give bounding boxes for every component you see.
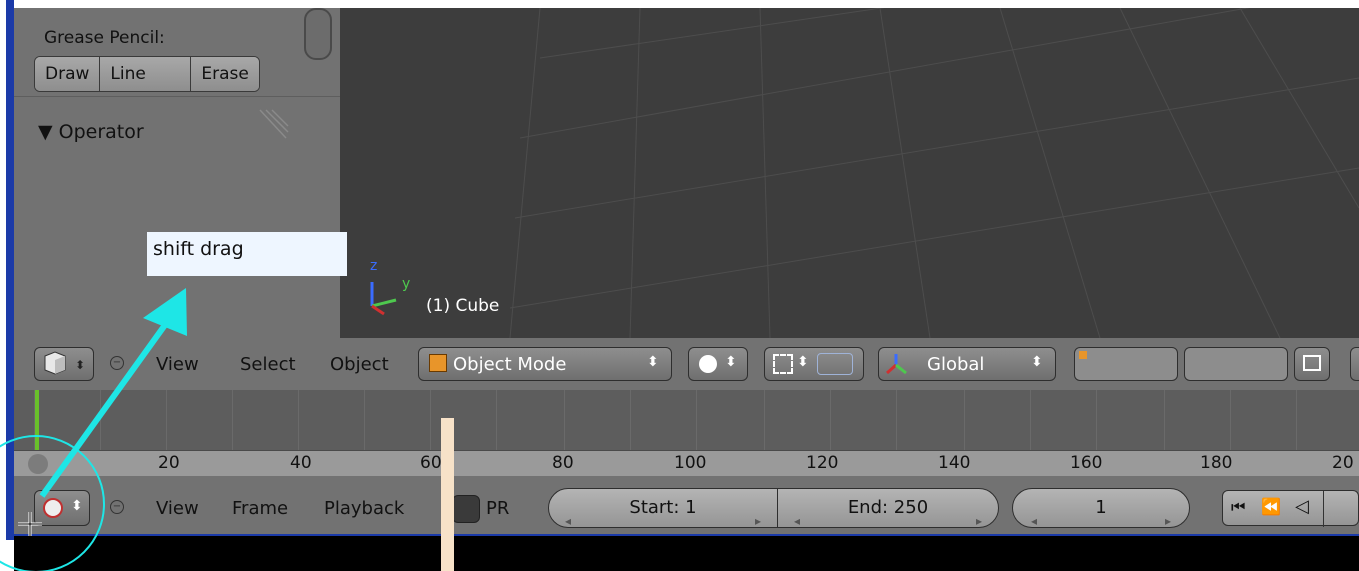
annotation-arrow-shaft <box>39 316 173 498</box>
highlight-circle <box>0 435 105 571</box>
mouse-cursor-icon <box>18 512 42 536</box>
annotation-overlay <box>0 288 187 571</box>
